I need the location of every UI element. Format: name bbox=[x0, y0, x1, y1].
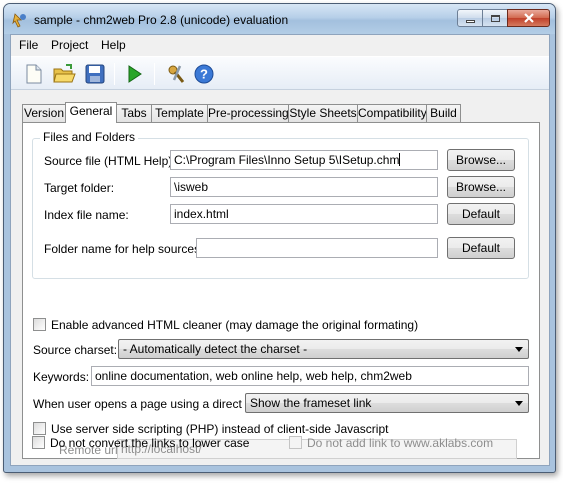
keywords-label: Keywords: bbox=[33, 370, 90, 384]
chevron-down-icon bbox=[515, 347, 523, 352]
title-bar[interactable]: sample - chm2web Pro 2.8 (unicode) evalu… bbox=[4, 4, 555, 34]
toolbar: ? bbox=[11, 56, 549, 90]
svg-text:?: ? bbox=[200, 67, 208, 82]
tab-build[interactable]: Build bbox=[426, 104, 461, 122]
source-file-value: C:\Program Files\Inno Setup 5\ISetup.chm bbox=[174, 153, 400, 167]
app-icon[interactable] bbox=[12, 12, 28, 28]
help-sources-input[interactable] bbox=[196, 238, 438, 258]
menu-help[interactable]: Help bbox=[101, 38, 126, 52]
open-folder-icon bbox=[53, 64, 76, 83]
index-file-input[interactable]: index.html bbox=[170, 204, 438, 224]
direct-link-value: Show the frameset link bbox=[250, 396, 372, 410]
group-title: Files and Folders bbox=[40, 130, 139, 144]
menu-file[interactable]: File bbox=[19, 38, 38, 52]
target-folder-label: Target folder: bbox=[44, 181, 115, 195]
close-icon bbox=[523, 13, 534, 23]
tab-tabs[interactable]: Tabs bbox=[116, 104, 152, 122]
toolbar-separator bbox=[114, 63, 115, 85]
new-button[interactable] bbox=[21, 61, 47, 87]
lowercase-checkbox[interactable] bbox=[32, 436, 45, 449]
maximize-icon bbox=[490, 14, 500, 22]
keywords-input[interactable]: online documentation, web online help, w… bbox=[91, 366, 529, 386]
general-tab-panel: Files and Folders Source file (HTML Help… bbox=[22, 122, 540, 459]
run-icon bbox=[128, 65, 142, 83]
help-icon: ? bbox=[194, 64, 214, 84]
close-button[interactable] bbox=[507, 9, 550, 27]
lowercase-label[interactable]: Do not convert the links to lower case bbox=[50, 436, 249, 450]
help-sources-default-button[interactable]: Default bbox=[447, 237, 515, 259]
target-browse-button[interactable]: Browse... bbox=[447, 176, 515, 198]
charset-label: Source charset: bbox=[33, 343, 118, 357]
menu-bar: File Project Help bbox=[11, 35, 549, 55]
toolbar-separator bbox=[154, 63, 155, 85]
charset-select[interactable]: - Automatically detect the charset - bbox=[118, 339, 529, 359]
direct-link-label: When user opens a page using a direct li… bbox=[33, 397, 267, 411]
run-button[interactable] bbox=[121, 61, 147, 87]
app-window: sample - chm2web Pro 2.8 (unicode) evalu… bbox=[3, 3, 556, 473]
chevron-down-icon bbox=[515, 401, 523, 406]
window-title: sample - chm2web Pro 2.8 (unicode) evalu… bbox=[34, 13, 289, 27]
html-cleaner-label[interactable]: Enable advanced HTML cleaner (may damage… bbox=[51, 318, 418, 332]
tab-preprocessing[interactable]: Pre-processing bbox=[207, 104, 289, 122]
help-sources-label: Folder name for help sources: bbox=[44, 242, 204, 256]
tools-icon bbox=[168, 65, 185, 83]
index-file-label: Index file name: bbox=[44, 208, 129, 222]
html-cleaner-checkbox[interactable] bbox=[33, 318, 46, 331]
save-icon bbox=[85, 64, 105, 84]
save-button[interactable] bbox=[82, 61, 108, 87]
direct-link-select[interactable]: Show the frameset link bbox=[245, 393, 529, 413]
tab-general[interactable]: General bbox=[65, 102, 117, 123]
source-file-input[interactable]: C:\Program Files\Inno Setup 5\ISetup.chm bbox=[170, 150, 438, 170]
source-file-label: Source file (HTML Help): bbox=[44, 154, 176, 168]
aklabs-label: Do not add link to www.aklabs.com bbox=[307, 436, 494, 450]
tab-compatibility[interactable]: Compatibility bbox=[357, 104, 427, 122]
help-button[interactable]: ? bbox=[191, 61, 217, 87]
index-default-button[interactable]: Default bbox=[447, 203, 515, 225]
tab-style-sheets[interactable]: Style Sheets bbox=[288, 104, 358, 122]
open-button[interactable] bbox=[51, 61, 77, 87]
aklabs-checkbox[interactable] bbox=[289, 436, 302, 449]
new-document-icon bbox=[26, 64, 42, 84]
tab-version[interactable]: Version bbox=[22, 104, 66, 122]
source-browse-button[interactable]: Browse... bbox=[447, 149, 515, 171]
php-checkbox[interactable] bbox=[33, 422, 46, 435]
charset-value: - Automatically detect the charset - bbox=[123, 342, 308, 356]
files-and-folders-group: Files and Folders Source file (HTML Help… bbox=[32, 130, 529, 279]
tab-template[interactable]: Template bbox=[151, 104, 208, 122]
menu-project[interactable]: Project bbox=[51, 38, 88, 52]
dialog-client: File Project Help ? Version General Tabs… bbox=[10, 34, 550, 466]
tools-button[interactable] bbox=[163, 61, 189, 87]
php-label[interactable]: Use server side scripting (PHP) instead … bbox=[51, 422, 388, 436]
text-caret bbox=[399, 153, 401, 166]
minimize-icon bbox=[465, 19, 475, 23]
target-folder-input[interactable]: \isweb bbox=[170, 177, 438, 197]
minimize-button[interactable] bbox=[457, 9, 483, 27]
maximize-button[interactable] bbox=[482, 9, 508, 27]
